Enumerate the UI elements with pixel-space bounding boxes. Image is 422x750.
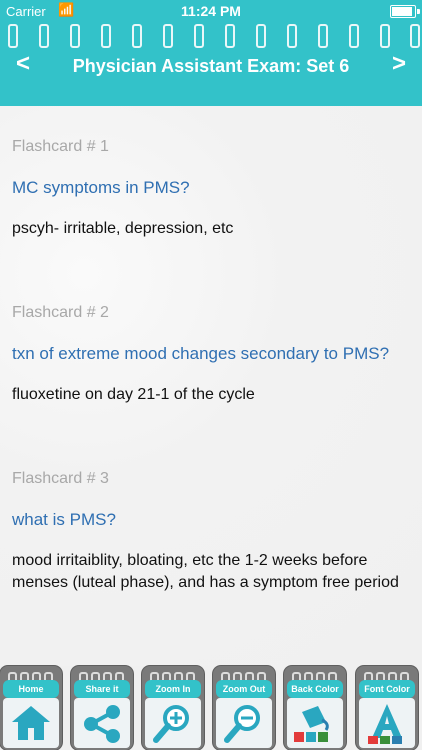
share-label: Share it	[74, 680, 130, 698]
flashcard-label: Flashcard # 3	[12, 470, 109, 487]
home-icon	[12, 706, 50, 740]
flashcard-label: Flashcard # 2	[12, 304, 109, 321]
zoom-in-icon	[153, 705, 189, 743]
flashcard-question: txn of extreme mood changes secondary to…	[12, 344, 390, 363]
flashcard-3: Flashcard # 3 what is PMS? mood irritaib…	[12, 470, 412, 594]
flashcard-2: Flashcard # 2 txn of extreme mood change…	[12, 304, 412, 406]
bottom-toolbar: Home Share it Zoom In Zoom Out Back Colo…	[0, 666, 422, 750]
status-time: 11:24 PM	[181, 3, 241, 19]
back-color-label: Back Color	[287, 680, 343, 698]
flashcard-label: Flashcard # 1	[12, 138, 109, 155]
battery-icon	[390, 5, 416, 18]
paint-bucket-icon	[294, 706, 329, 742]
flashcard-answer: mood irritaiblity, bloating, etc the 1-2…	[12, 552, 399, 591]
header-bar: < Physician Assistant Exam: Set 6 >	[0, 22, 422, 106]
zoom-in-label: Zoom In	[145, 680, 201, 698]
flashcard-answer: fluoxetine on day 21-1 of the cycle	[12, 386, 255, 403]
flashcard-list: Flashcard # 1 MC symptoms in PMS? pscyh-…	[0, 106, 422, 666]
page-title: Physician Assistant Exam: Set 6	[72, 56, 350, 76]
flashcard-question: MC symptoms in PMS?	[12, 178, 190, 197]
zoom-out-icon	[224, 705, 260, 743]
battery-tip	[417, 9, 420, 14]
zoom-out-label: Zoom Out	[216, 680, 272, 698]
back-color-button[interactable]: Back Color	[284, 666, 346, 750]
share-button[interactable]: Share it	[71, 666, 133, 750]
flashcard-1: Flashcard # 1 MC symptoms in PMS? pscyh-…	[12, 138, 412, 240]
spiral-binding	[0, 22, 422, 52]
home-button[interactable]: Home	[0, 666, 62, 750]
share-icon	[84, 705, 120, 743]
flashcard-question: what is PMS?	[12, 510, 116, 529]
zoom-in-button[interactable]: Zoom In	[142, 666, 204, 750]
flashcard-answer: pscyh- irritable, depression, etc	[12, 220, 234, 237]
font-a-icon	[368, 704, 402, 744]
font-color-button[interactable]: Font Color	[356, 666, 418, 750]
font-color-label: Font Color	[359, 680, 415, 698]
home-label: Home	[3, 680, 59, 698]
zoom-out-button[interactable]: Zoom Out	[213, 666, 275, 750]
status-bar: Carrier 📶 11:24 PM	[0, 0, 422, 22]
next-set-button[interactable]: >	[392, 50, 406, 78]
